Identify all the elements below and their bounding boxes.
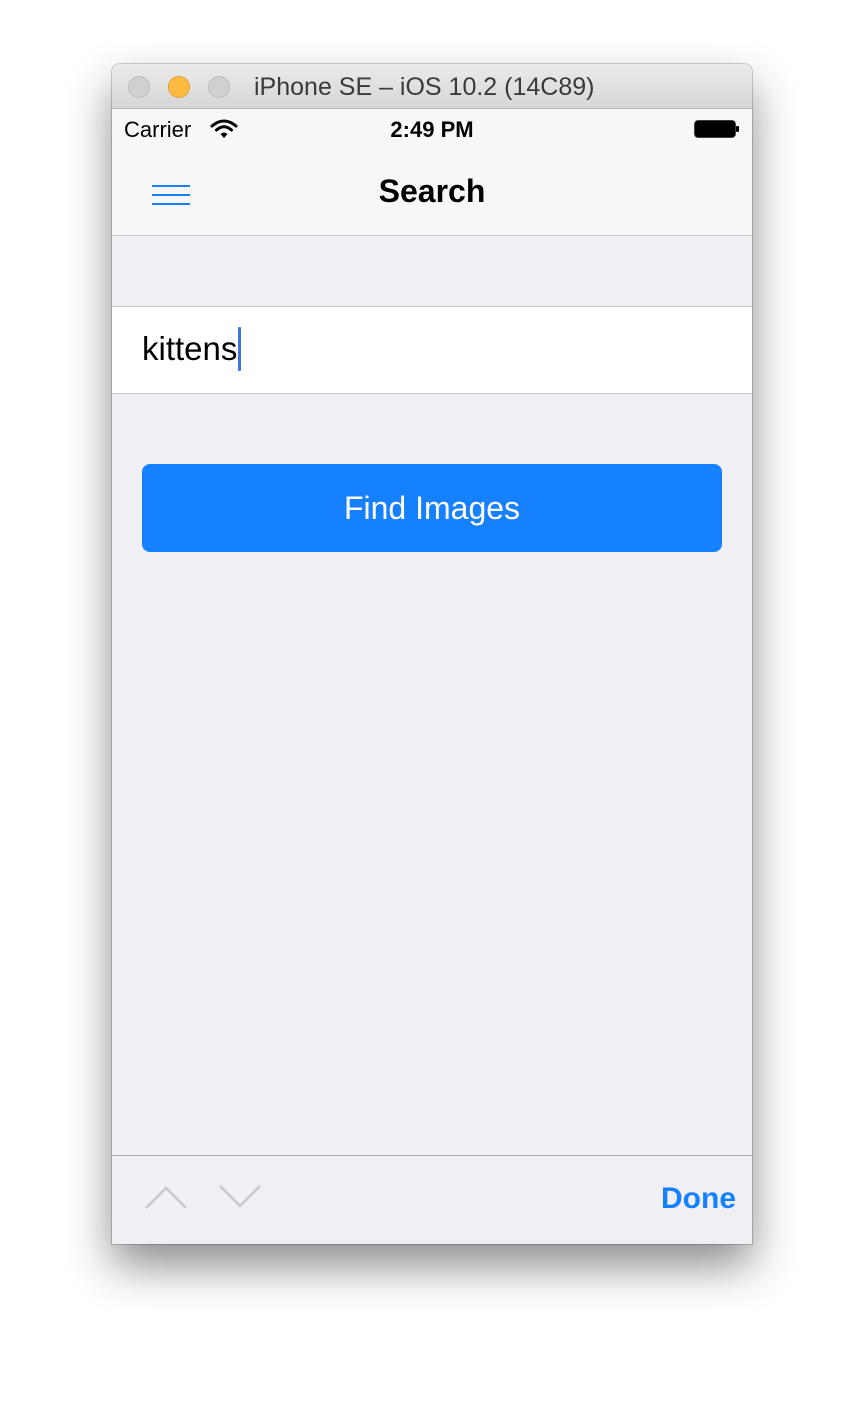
search-input[interactable]: kittens	[142, 327, 242, 371]
navigation-bar: Search	[112, 149, 752, 236]
close-window-button[interactable]	[128, 76, 150, 98]
done-button[interactable]: Done	[661, 1182, 736, 1216]
battery-icon	[694, 120, 740, 138]
window-title: iPhone SE – iOS 10.2 (14C89)	[254, 73, 595, 101]
page-title: Search	[378, 173, 486, 209]
chevron-down-icon[interactable]	[218, 1182, 262, 1212]
zoom-window-button[interactable]	[208, 76, 230, 98]
status-time: 2:49 PM	[390, 117, 474, 142]
search-input-value: kittens	[142, 330, 238, 367]
chevron-up-icon[interactable]	[144, 1182, 188, 1212]
simulator-window: iPhone SE – iOS 10.2 (14C89) Carrier 2:4…	[112, 64, 752, 1244]
find-images-button[interactable]: Find Images	[142, 464, 722, 552]
keyboard-accessory-toolbar: Done	[112, 1155, 752, 1244]
minimize-window-button[interactable]	[168, 76, 190, 98]
search-field-row[interactable]: kittens	[112, 306, 752, 394]
text-caret	[238, 327, 242, 371]
status-bar: Carrier 2:49 PM	[112, 109, 752, 149]
window-titlebar: iPhone SE – iOS 10.2 (14C89)	[112, 64, 752, 109]
